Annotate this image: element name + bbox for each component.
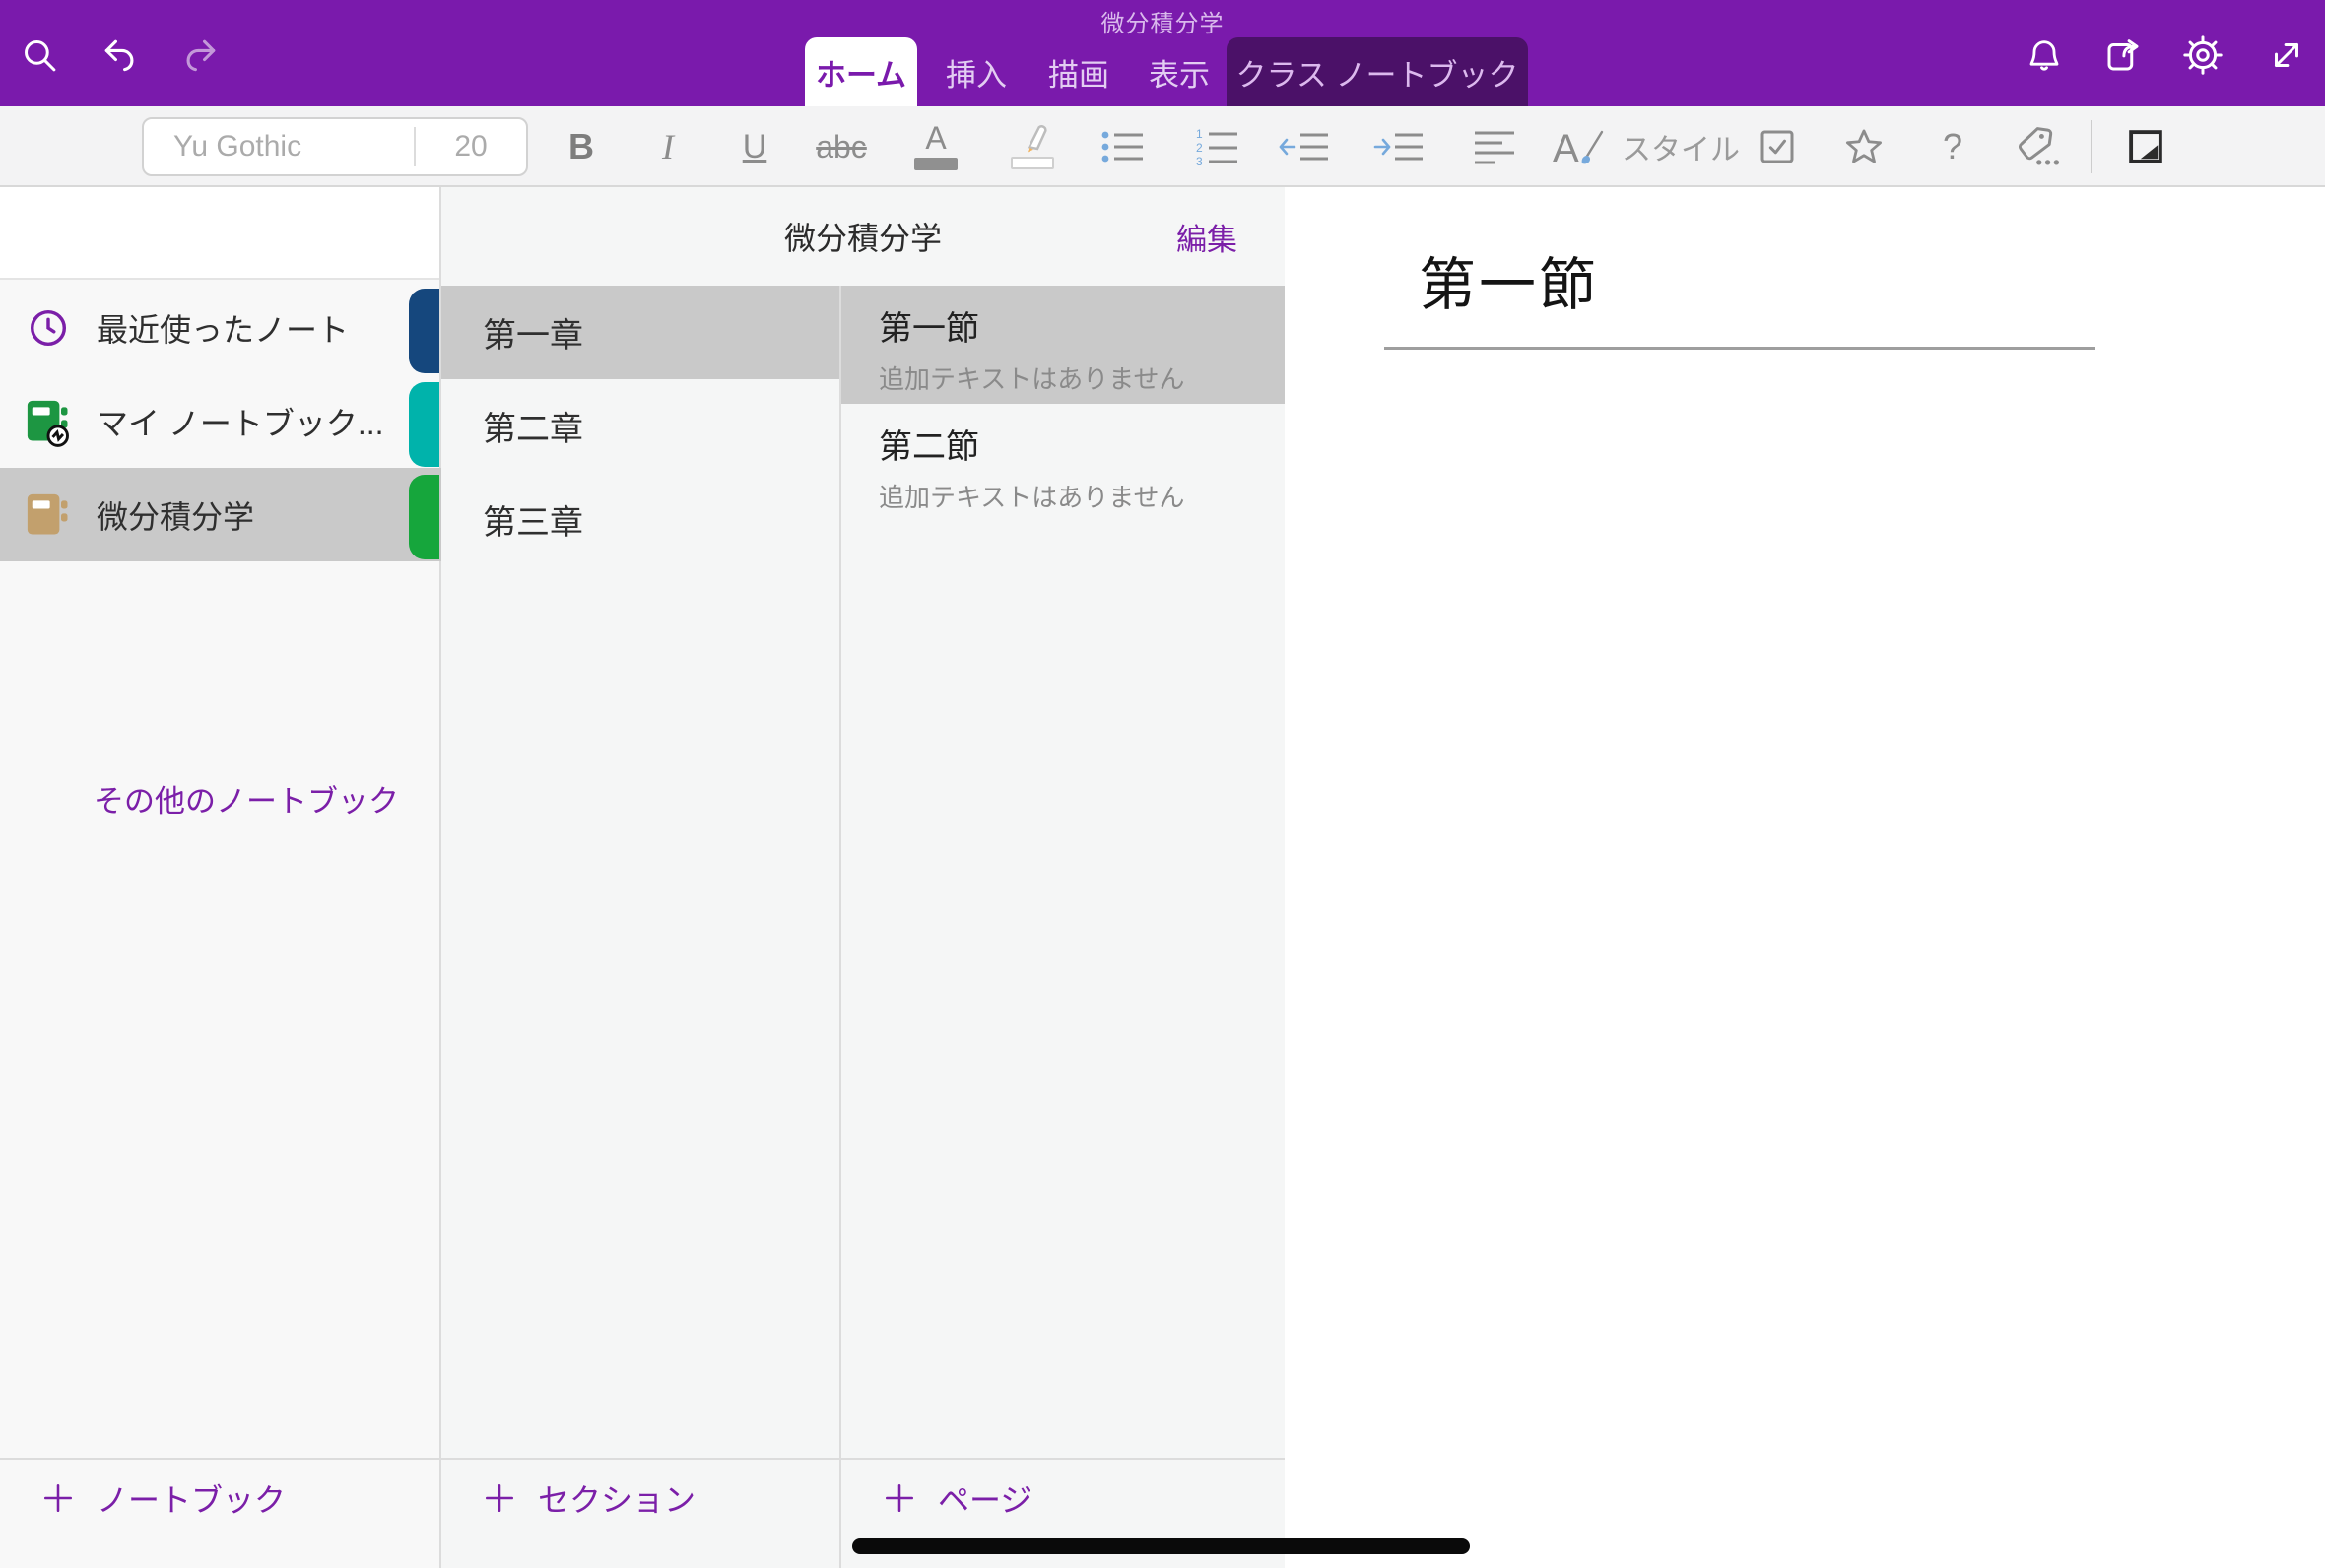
section-row-1[interactable]: 第一章 [441,286,839,379]
highlighter-button[interactable] [1003,116,1062,177]
add-notebook-label: ノートブック [97,1475,286,1521]
svg-text:3: 3 [1196,155,1203,167]
sidebar-footer: ノートブック [0,1458,439,1568]
tab-class-notebook[interactable]: クラス ノートブック [1227,37,1528,106]
section-row-3[interactable]: 第三章 [441,473,839,566]
sections-list: 第一章 第二章 第三章 セクション [441,286,839,1568]
font-picker[interactable]: Yu Gothic 20 [142,117,528,176]
sidebar-item-calculus[interactable]: 微分積分学 [0,468,441,561]
alignment-icon[interactable] [1465,116,1524,177]
help-icon[interactable]: ? [1923,116,1982,177]
more-notebooks-link[interactable]: その他のノートブック [94,776,399,820]
strikethrough-button[interactable]: abc [812,116,871,177]
plus-icon [883,1481,916,1515]
notebook-title: 微分積分学 [441,187,1285,286]
settings-gear-icon[interactable] [2177,30,2228,81]
page-subtitle-label: 追加テキストはありません [879,478,1285,514]
expand-fullscreen-icon[interactable] [2261,30,2312,81]
todo-checkbox-icon[interactable] [1748,116,1807,177]
ribbon-tab-bar: ホーム 挿入 描画 表示 クラス ノートブック [0,37,2325,106]
formatting-toolbar: Yu Gothic 20 B I U abc A [0,106,2325,187]
star-icon[interactable] [1834,116,1893,177]
sidebar-item-recent-notes[interactable]: 最近使ったノート [0,281,441,374]
notebook-header: 微分積分学 編集 [441,187,1285,286]
notebook-color-tab [409,382,439,467]
svg-text:A: A [1553,127,1579,169]
italic-button[interactable]: I [638,116,698,177]
tag-icon[interactable] [2008,116,2067,177]
svg-text:1: 1 [1196,127,1203,141]
styles-label: スタイル [1622,125,1740,168]
sidebar-item-label: 最近使ったノート [97,305,349,351]
home-indicator[interactable] [852,1538,1470,1554]
notebook-color-tab [409,289,439,373]
onenote-app: 微分積分学 ホーム 挿入 描画 表示 クラス ノートブック [0,0,2325,1568]
page-canvas[interactable]: 第一節 [1285,187,2325,1568]
page-row-2[interactable]: 第二節 追加テキストはありません [841,404,1285,522]
add-section-label: セクション [538,1475,696,1521]
navigation-panels: 微分積分学 編集 第一章 第二章 第三章 セクション 第一節 追加テキストはあり… [441,187,1285,1568]
sections-footer: セクション [441,1458,839,1568]
indent-icon[interactable] [1369,116,1428,177]
notebook-icon [24,490,73,540]
page-row-1[interactable]: 第一節 追加テキストはありません [841,286,1285,404]
underline-button[interactable]: U [725,116,784,177]
notifications-icon[interactable] [2019,30,2070,81]
share-icon[interactable] [2097,30,2149,81]
document-title: 微分積分学 [0,4,2325,38]
tab-insert[interactable]: 挿入 [938,37,1015,106]
page-title[interactable]: 第一節 [1419,238,1599,321]
clock-icon [24,303,73,353]
styles-button[interactable]: A スタイル [1553,116,1740,177]
bullet-list-icon[interactable] [1094,116,1153,177]
notebook-sync-icon [24,397,73,446]
sidebar-item-label: 微分積分学 [97,492,254,538]
page-panel-toggle-icon[interactable] [2116,116,2175,177]
font-color-swatch [914,158,958,170]
pages-list: 第一節 追加テキストはありません 第二節 追加テキストはありません ページ [841,286,1285,1568]
add-page-button[interactable]: ページ [883,1475,1031,1521]
font-name-value[interactable]: Yu Gothic [144,130,414,163]
notebooks-sidebar: 最近使ったノート マイ ノートブック... [0,187,441,1568]
svg-text:2: 2 [1196,141,1203,155]
edit-button[interactable]: 編集 [1176,187,1237,286]
sidebar-item-label: マイ ノートブック... [97,399,384,444]
highlight-color-swatch [1011,157,1054,169]
toolbar-divider [2091,120,2092,173]
add-page-label: ページ [938,1475,1031,1521]
sidebar-item-my-notebook[interactable]: マイ ノートブック... [0,374,441,468]
outdent-icon[interactable] [1275,116,1334,177]
add-notebook-button[interactable]: ノートブック [41,1475,286,1521]
title-underline [1384,347,2095,350]
page-title-label: 第一節 [879,301,1285,350]
notebook-color-tab [409,475,439,559]
tab-view[interactable]: 表示 [1141,37,1218,106]
add-section-button[interactable]: セクション [483,1475,696,1521]
tab-draw[interactable]: 描画 [1040,37,1117,106]
font-color-button[interactable]: A [906,116,965,177]
page-subtitle-label: 追加テキストはありません [879,359,1285,396]
page-title-label: 第二節 [879,420,1285,468]
numbered-list-icon[interactable]: 123 [1188,116,1247,177]
tab-home[interactable]: ホーム [805,37,917,106]
font-size-value[interactable]: 20 [416,130,526,163]
top-app-bar: 微分積分学 ホーム 挿入 描画 表示 クラス ノートブック [0,0,2325,106]
plus-icon [483,1481,516,1515]
sidebar-header-area [0,187,439,280]
bold-button[interactable]: B [552,116,611,177]
plus-icon [41,1481,75,1515]
section-row-2[interactable]: 第二章 [441,379,839,473]
